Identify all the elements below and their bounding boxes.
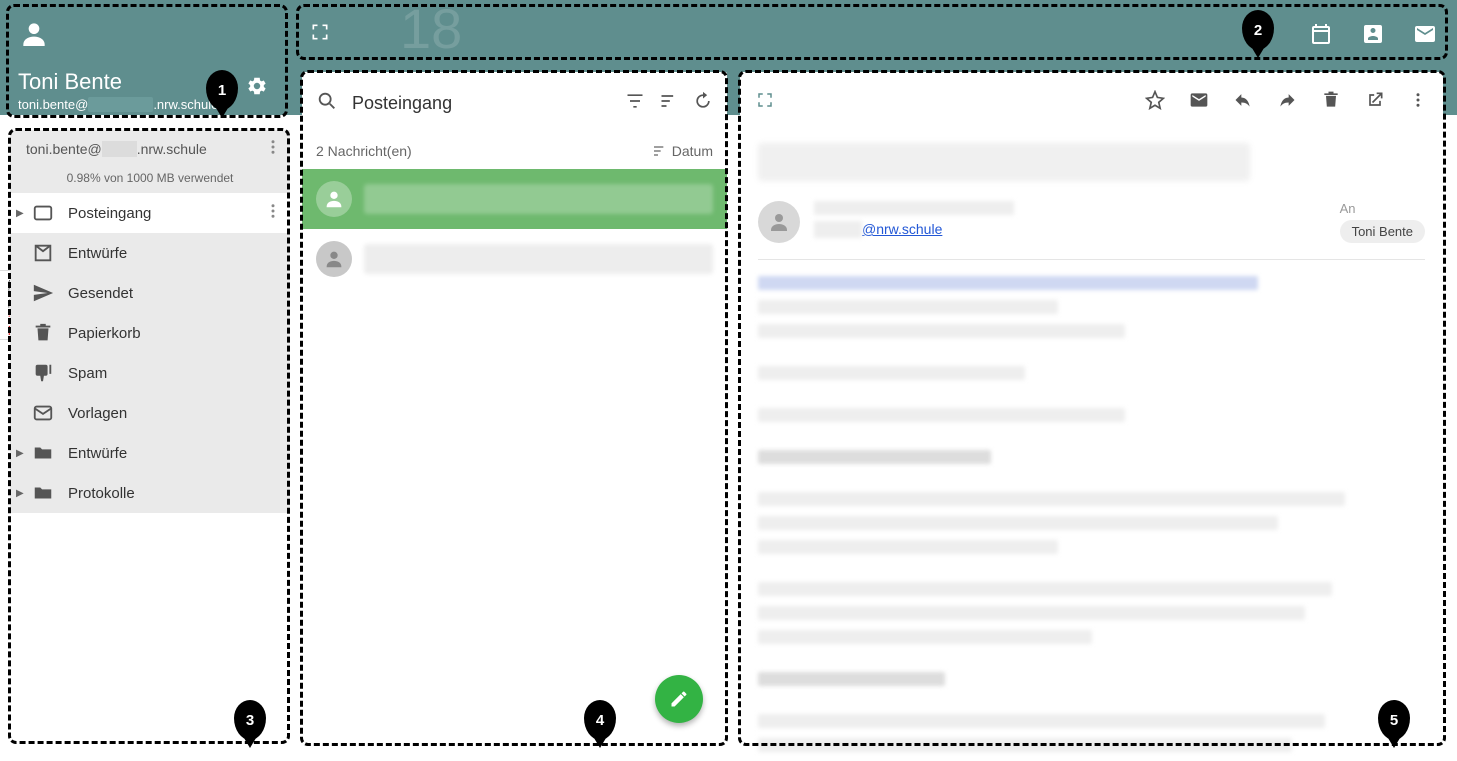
from-row: xxxxxx@nrw.schule An Toni Bente bbox=[740, 191, 1443, 259]
message-count-row: 2 Nachricht(en) Datum bbox=[302, 135, 727, 169]
profile-name: Toni Bente bbox=[18, 69, 218, 95]
drafts-icon bbox=[32, 242, 54, 264]
mail-body-blurred bbox=[758, 276, 1425, 752]
trash-icon bbox=[32, 322, 54, 344]
recipient-chip[interactable]: Toni Bente bbox=[1340, 220, 1425, 243]
compose-fab[interactable] bbox=[655, 675, 703, 723]
mark-unread-icon[interactable] bbox=[1189, 90, 1209, 115]
profile-block: Toni Bente toni.bente@xxxxxxxxxx.nrw.sch… bbox=[18, 18, 218, 112]
sender-avatar bbox=[758, 201, 800, 243]
ghost-number: 18 bbox=[400, 0, 462, 61]
folder-icon bbox=[32, 442, 54, 464]
fullscreen-icon[interactable] bbox=[310, 22, 330, 47]
folder-protokolle[interactable]: ▶ Protokolle bbox=[10, 473, 290, 513]
mail-content-panel: xxxxxx@nrw.schule An Toni Bente bbox=[740, 72, 1443, 747]
expand-icon[interactable] bbox=[756, 91, 774, 114]
more-icon[interactable] bbox=[1409, 91, 1427, 114]
chevron-right-icon[interactable]: ▶ bbox=[16, 208, 24, 219]
sort-label[interactable]: Datum bbox=[652, 143, 713, 159]
settings-gear-icon[interactable] bbox=[246, 75, 268, 102]
message-list-panel: Posteingang 2 Nachricht(en) Datum bbox=[302, 72, 727, 747]
sort-icon[interactable] bbox=[659, 91, 679, 116]
mail-icon[interactable] bbox=[1413, 22, 1437, 51]
filter-icon[interactable] bbox=[625, 91, 645, 116]
profile-email: toni.bente@xxxxxxxxxx.nrw.schule bbox=[18, 97, 218, 112]
message-item[interactable] bbox=[302, 169, 727, 229]
calendar-icon[interactable] bbox=[1309, 22, 1333, 51]
folder-sent[interactable]: Gesendet bbox=[10, 273, 290, 313]
folder-inbox[interactable]: ▶ Posteingang bbox=[10, 193, 290, 233]
folder-icon bbox=[32, 482, 54, 504]
open-new-icon[interactable] bbox=[1365, 90, 1385, 115]
storage-line: 0.98% von 1000 MB verwendet bbox=[10, 167, 290, 193]
header-app-icons bbox=[1309, 22, 1437, 51]
mail-outline-icon bbox=[32, 402, 54, 424]
thumbs-down-icon bbox=[32, 362, 54, 384]
refresh-icon[interactable] bbox=[693, 91, 713, 116]
folder-drafts[interactable]: Entwürfe bbox=[10, 233, 290, 273]
message-list-title: Posteingang bbox=[352, 93, 611, 114]
star-icon[interactable] bbox=[1145, 90, 1165, 115]
reply-icon[interactable] bbox=[1233, 90, 1253, 115]
more-icon[interactable] bbox=[264, 138, 282, 159]
forward-icon[interactable] bbox=[1277, 90, 1297, 115]
chevron-right-icon[interactable]: ▶ bbox=[16, 488, 24, 499]
folder-drafts2[interactable]: ▶ Entwürfe bbox=[10, 433, 290, 473]
inbox-icon bbox=[32, 202, 54, 224]
content-toolbar bbox=[740, 72, 1443, 133]
more-icon[interactable] bbox=[264, 202, 282, 224]
to-block: An Toni Bente bbox=[1340, 201, 1425, 243]
folder-trash[interactable]: Papierkorb bbox=[10, 313, 290, 353]
chevron-right-icon[interactable]: ▶ bbox=[16, 448, 24, 459]
search-icon[interactable] bbox=[316, 90, 338, 117]
delete-icon[interactable] bbox=[1321, 90, 1341, 115]
folder-templates[interactable]: Vorlagen bbox=[10, 393, 290, 433]
message-item[interactable] bbox=[302, 229, 727, 289]
message-avatar bbox=[316, 181, 352, 217]
contacts-icon[interactable] bbox=[1361, 22, 1385, 51]
message-avatar bbox=[316, 241, 352, 277]
person-icon bbox=[18, 18, 50, 50]
folder-sidebar: toni.bente@xxxxx.nrw.schule 0.98% von 10… bbox=[10, 130, 290, 513]
subject-blurred bbox=[758, 143, 1250, 181]
send-icon bbox=[32, 282, 54, 304]
folder-spam[interactable]: Spam bbox=[10, 353, 290, 393]
message-list-header: Posteingang bbox=[302, 72, 727, 135]
account-row[interactable]: toni.bente@xxxxx.nrw.schule bbox=[10, 130, 290, 167]
from-email[interactable]: @nrw.schule bbox=[862, 221, 942, 237]
